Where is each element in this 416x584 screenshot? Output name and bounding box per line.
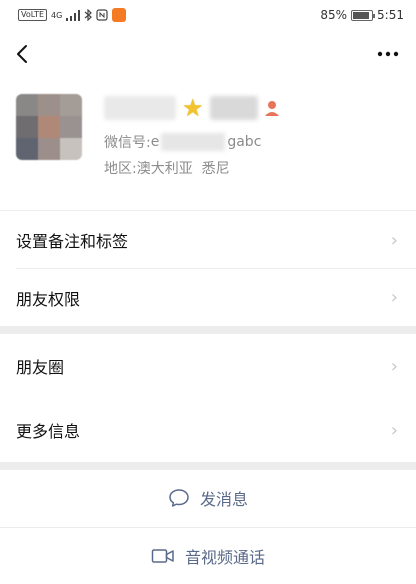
profile-header: ★ 微信号: e gabc 地区: 澳大利亚 悉尼 [0, 80, 416, 210]
region-line: 地区: 澳大利亚 悉尼 [104, 158, 230, 178]
region-value: 澳大利亚 悉尼 [136, 161, 230, 177]
menu-item-more-info[interactable]: 更多信息 › [0, 398, 416, 462]
nav-bar [0, 30, 416, 78]
name-redacted [104, 96, 176, 120]
region-label: 地区: [104, 161, 137, 177]
section-gap [0, 326, 416, 334]
menu-item-label: 朋友圈 [16, 358, 65, 377]
clock: 5:51 [377, 8, 404, 22]
wechat-id-line: 微信号: e gabc [104, 132, 261, 152]
menu-item-remark-tags[interactable]: 设置备注和标签 › [0, 211, 416, 269]
app-notification-icon [112, 8, 127, 22]
status-left: VoLTE 4G [18, 8, 127, 22]
menu-item-label: 朋友权限 [16, 289, 81, 309]
status-right: 85% 5:51 [320, 8, 404, 22]
nfc-icon [96, 9, 108, 21]
network-type: 4G [51, 10, 63, 20]
name-redacted-2 [209, 96, 258, 120]
menu-item-label: 设置备注和标签 [16, 232, 129, 251]
bluetooth-icon [84, 9, 93, 21]
name-row: ★ [104, 94, 280, 122]
menu-item-friend-permissions[interactable]: 朋友权限 › [0, 269, 416, 326]
menu-item-label: 更多信息 [16, 422, 81, 441]
more-button[interactable] [374, 42, 402, 66]
video-camera-icon [151, 549, 174, 563]
section-gap [0, 462, 416, 470]
battery-percent: 85% [320, 8, 348, 22]
send-message-button[interactable]: 发消息 [0, 470, 416, 526]
menu-item-moments[interactable]: 朋友圈 › [0, 334, 416, 398]
chevron-right-icon: › [390, 229, 398, 251]
chat-bubble-icon [169, 489, 189, 507]
chevron-right-icon: › [390, 355, 398, 377]
contact-person-icon [264, 101, 279, 116]
volte-badge: VoLTE [18, 9, 48, 21]
avatar[interactable] [16, 94, 82, 160]
wechat-id-suffix: gabc [227, 134, 262, 150]
star-icon: ★ [182, 94, 204, 122]
back-button[interactable] [12, 42, 32, 66]
chevron-right-icon: › [390, 419, 398, 441]
chevron-right-icon: › [390, 287, 398, 308]
more-dots-icon [377, 51, 399, 57]
video-call-button[interactable]: 音视频通话 [0, 528, 416, 584]
wechat-id-label: 微信号: [104, 135, 151, 151]
wechat-id-redacted [161, 133, 226, 151]
status-bar: VoLTE 4G 85% 5:51 [0, 0, 416, 30]
send-message-label: 发消息 [199, 490, 248, 509]
chevron-left-icon [17, 45, 27, 63]
signal-icon [66, 9, 81, 21]
wechat-id-prefix: e [150, 134, 160, 150]
video-call-label: 音视频通话 [184, 548, 265, 567]
battery-icon [351, 9, 376, 21]
